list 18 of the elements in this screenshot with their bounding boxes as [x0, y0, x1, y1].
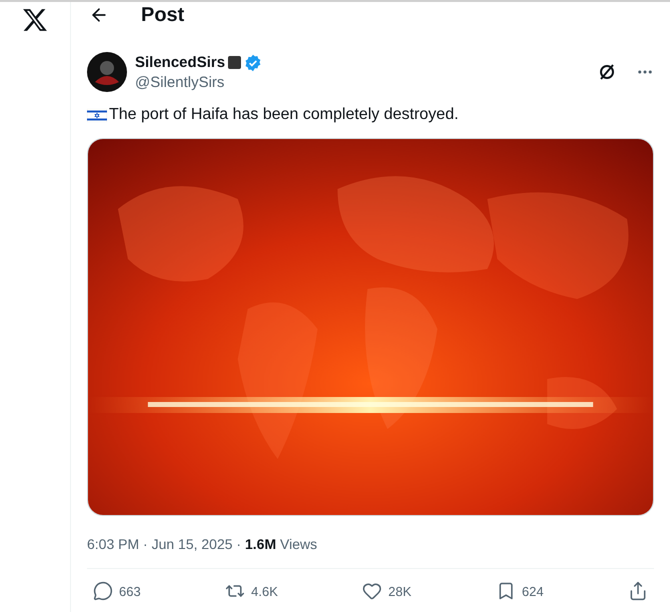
reply-button[interactable]: 663	[93, 581, 141, 601]
reply-icon	[93, 581, 113, 601]
heart-icon	[362, 581, 382, 601]
flag-icon	[87, 108, 107, 122]
page-title: Post	[141, 4, 184, 26]
avatar[interactable]	[87, 52, 127, 92]
square-icon	[228, 56, 242, 69]
share-icon	[628, 581, 648, 601]
bookmark-button[interactable]: 624	[496, 581, 544, 601]
post-timestamp: 6:03 PM · Jun 15, 2025 · 1.6M Views	[87, 536, 318, 552]
slash-circle-icon[interactable]	[598, 63, 616, 81]
share-button[interactable]	[628, 581, 648, 601]
author-name[interactable]: SilencedSirs	[135, 54, 226, 71]
x-logo[interactable]	[22, 8, 48, 32]
repost-button[interactable]: 4.6K	[225, 581, 278, 601]
post-text: The port of Haifa has been completely destroyed.	[109, 106, 459, 124]
like-button[interactable]: 28K	[362, 581, 412, 601]
author-handle[interactable]: @SilentlySirs	[135, 74, 590, 90]
